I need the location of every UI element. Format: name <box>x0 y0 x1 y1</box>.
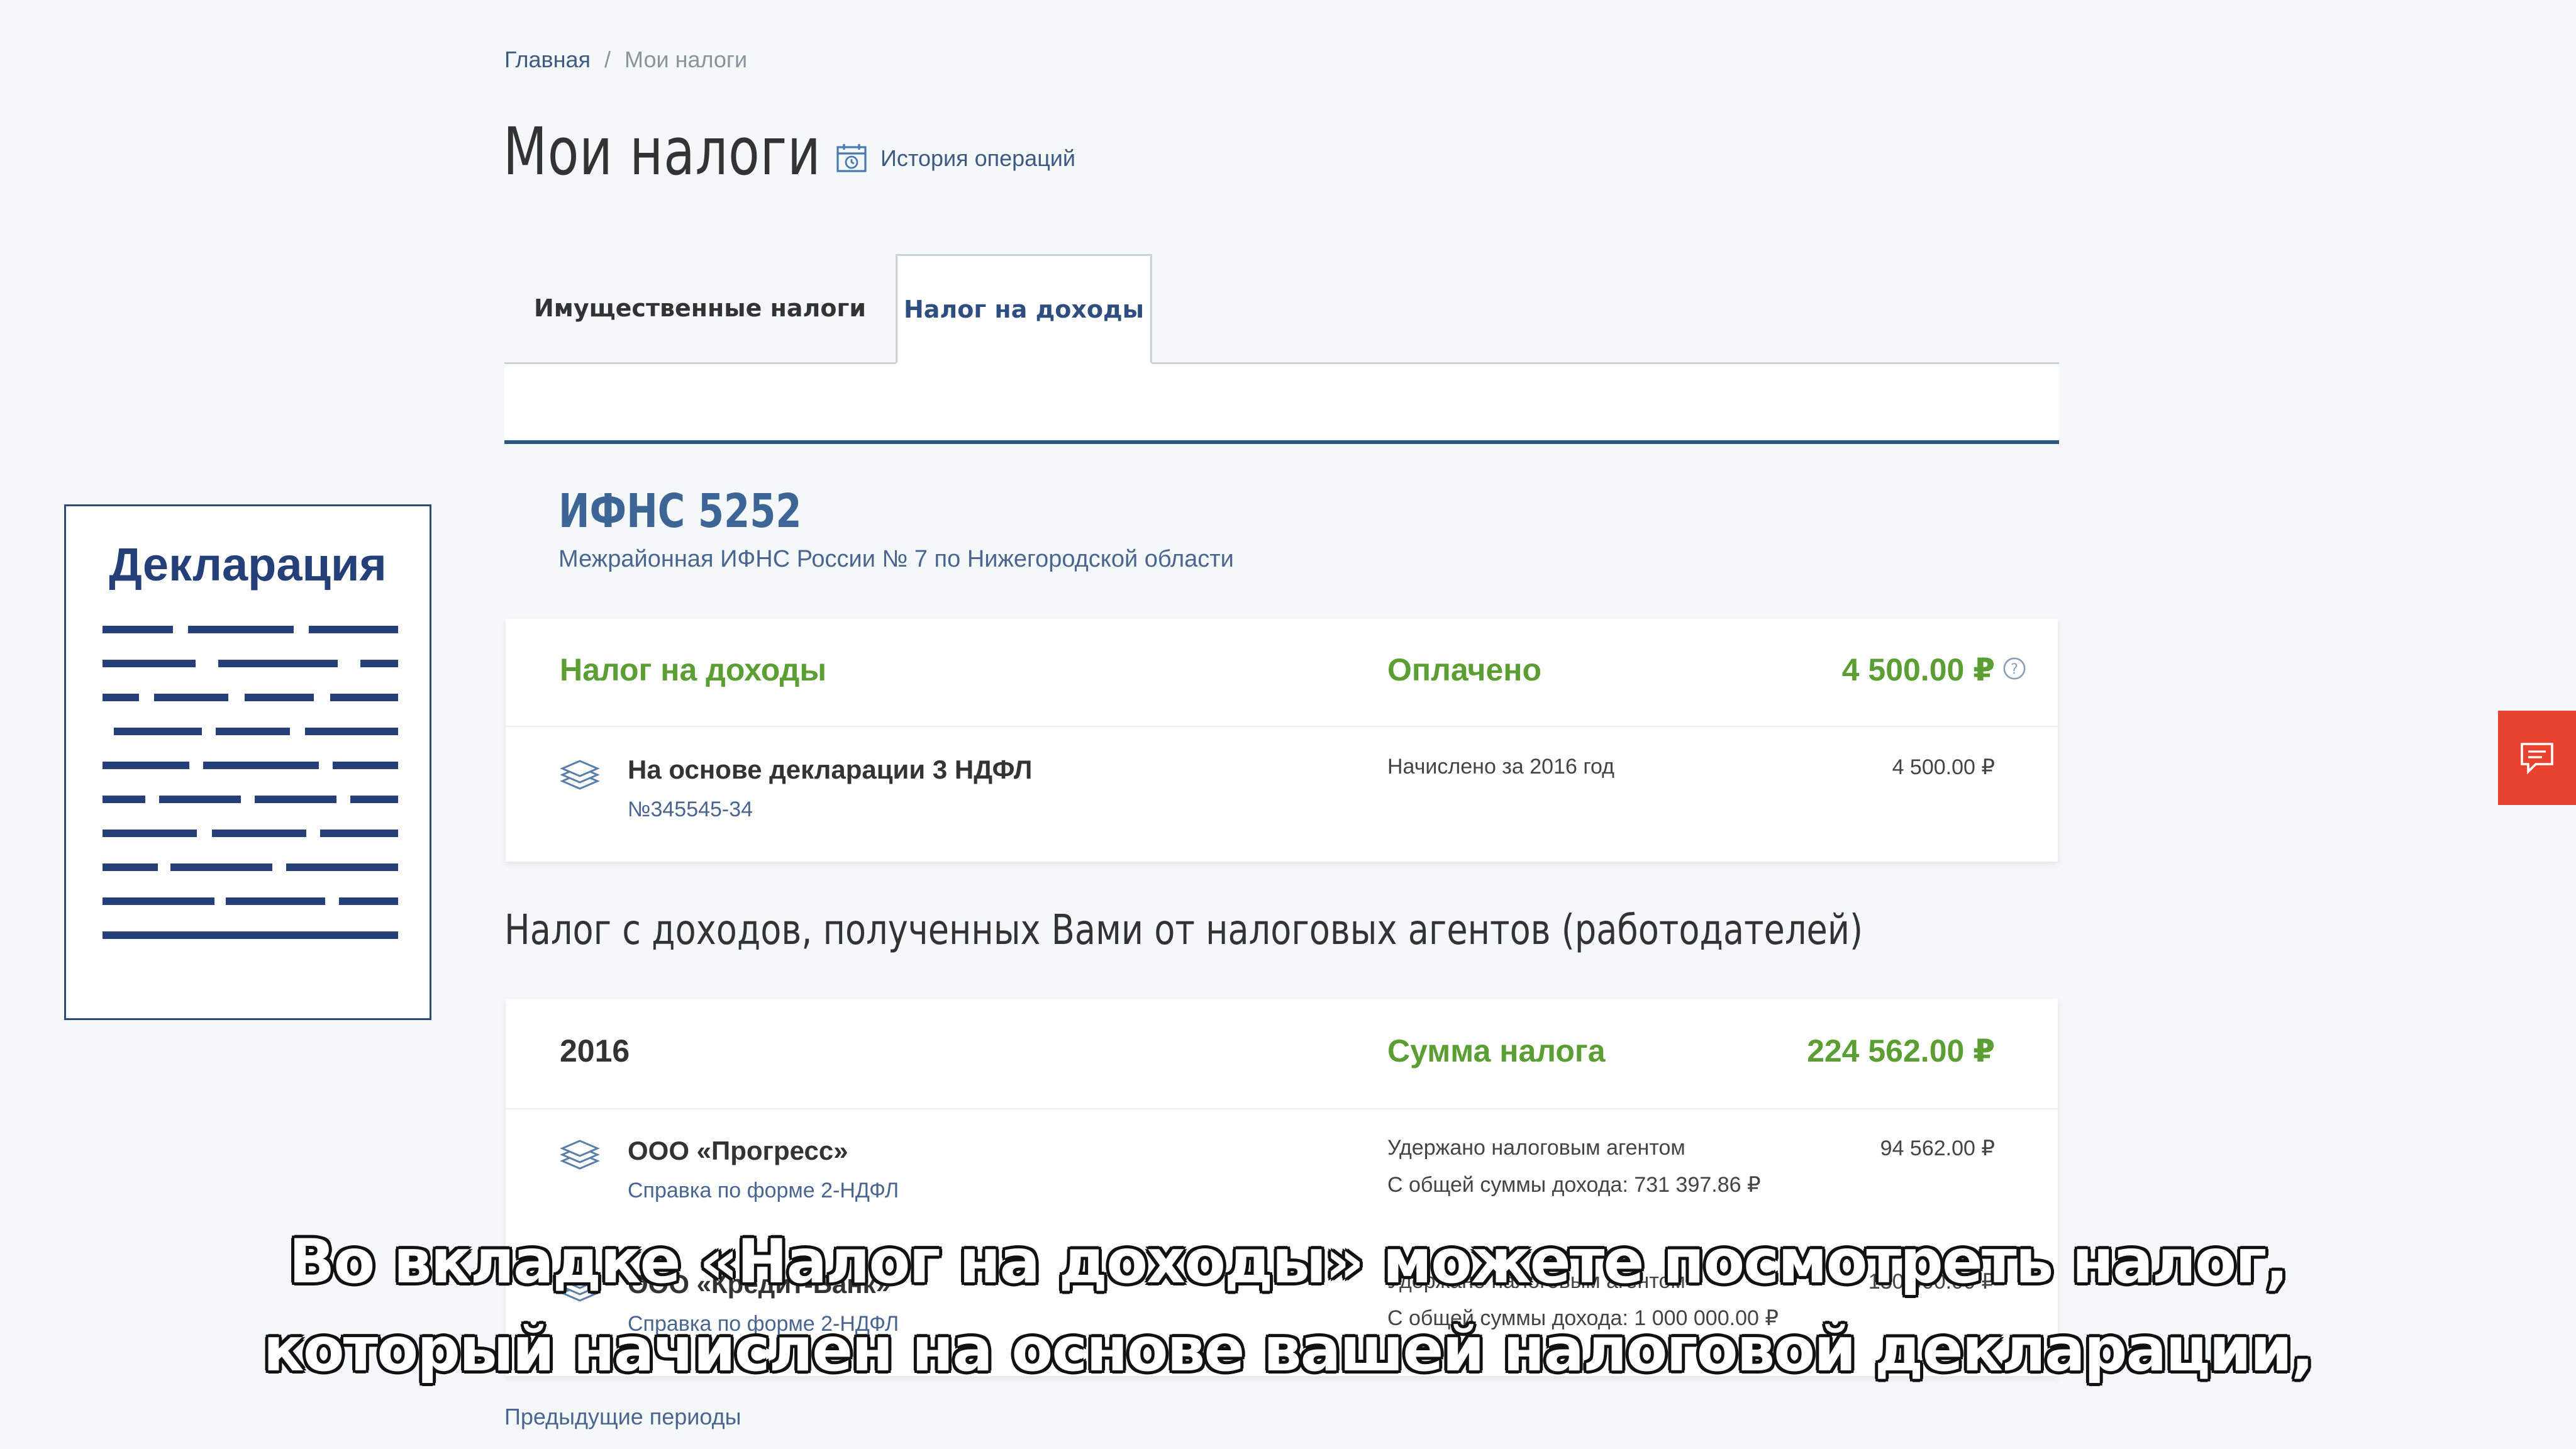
money-stack-icon <box>560 1140 600 1170</box>
chat-icon <box>2521 743 2553 775</box>
declaration-amount: 4 500.00 ₽ <box>1892 755 1995 779</box>
sum-amount: 224 562.00 ₽ <box>1807 1033 1995 1069</box>
document-lines-icon <box>103 626 398 939</box>
card-divider <box>506 1108 2058 1109</box>
declaration-label: Декларация <box>109 538 387 591</box>
breadcrumb-home-link[interactable]: Главная <box>504 47 591 73</box>
agents-year: 2016 <box>560 1033 630 1069</box>
tab-panel <box>504 364 2059 444</box>
withheld-amount: 94 562.00 ₽ <box>1880 1136 1995 1160</box>
feedback-button[interactable] <box>2498 711 2576 805</box>
calendar-history-icon <box>836 144 867 172</box>
subtitle-line-1: Во вкладке «Налог на доходы» можете посм… <box>289 1226 2289 1297</box>
declaration-illustration: Декларация <box>64 504 431 1020</box>
page-title: Мои налоги <box>503 113 821 190</box>
tab-income-tax[interactable]: Налог на доходы <box>896 254 1152 364</box>
ifns-code: ИФНС 5252 <box>558 484 802 538</box>
tab-property-taxes[interactable]: Имущественные налоги <box>504 254 896 362</box>
money-stack-icon <box>560 760 600 790</box>
income-tax-amount: 4 500.00 ₽ <box>1841 652 1995 687</box>
status-badge: Оплачено <box>1387 652 1541 687</box>
income-tax-title: Налог на доходы <box>560 652 827 687</box>
sum-label: Сумма налога <box>1387 1033 1606 1069</box>
agent-row-doc[interactable]: Справка по форме 2-НДФЛ <box>628 1179 899 1203</box>
agent-row-title[interactable]: ООО «Прогресс» <box>628 1136 848 1166</box>
help-icon[interactable]: ? <box>2002 657 2026 680</box>
subtitle-line-2: который начислен на основе вашей налогов… <box>263 1314 2314 1385</box>
history-label: История операций <box>880 145 1076 171</box>
declaration-number[interactable]: №345545-34 <box>628 797 753 822</box>
agents-section-title: Налог с доходов, полученных Вами от нало… <box>504 906 1863 954</box>
breadcrumb-current: Мои налоги <box>625 47 748 72</box>
svg-text:?: ? <box>2011 662 2018 678</box>
ifns-name: Межрайонная ИФНС России № 7 по Нижегород… <box>558 546 1234 572</box>
history-link[interactable]: История операций <box>835 142 1075 175</box>
income-tax-card: Налог на доходы Оплачено 4 500.00 ₽ ? На… <box>506 619 2058 862</box>
breadcrumb: Главная / Мои налоги <box>504 47 747 73</box>
total-income: С общей суммы дохода: 731 397.86 ₽ <box>1387 1173 1761 1197</box>
previous-periods-link[interactable]: Предыдущие периоды <box>504 1404 741 1430</box>
breadcrumb-separator: / <box>604 47 611 72</box>
accrued-label: Начислено за 2016 год <box>1387 755 1614 779</box>
card-divider <box>506 726 2058 727</box>
withheld-label: Удержано налоговым агентом <box>1387 1136 1685 1160</box>
declaration-row-title[interactable]: На основе декларации 3 НДФЛ <box>628 755 1032 785</box>
